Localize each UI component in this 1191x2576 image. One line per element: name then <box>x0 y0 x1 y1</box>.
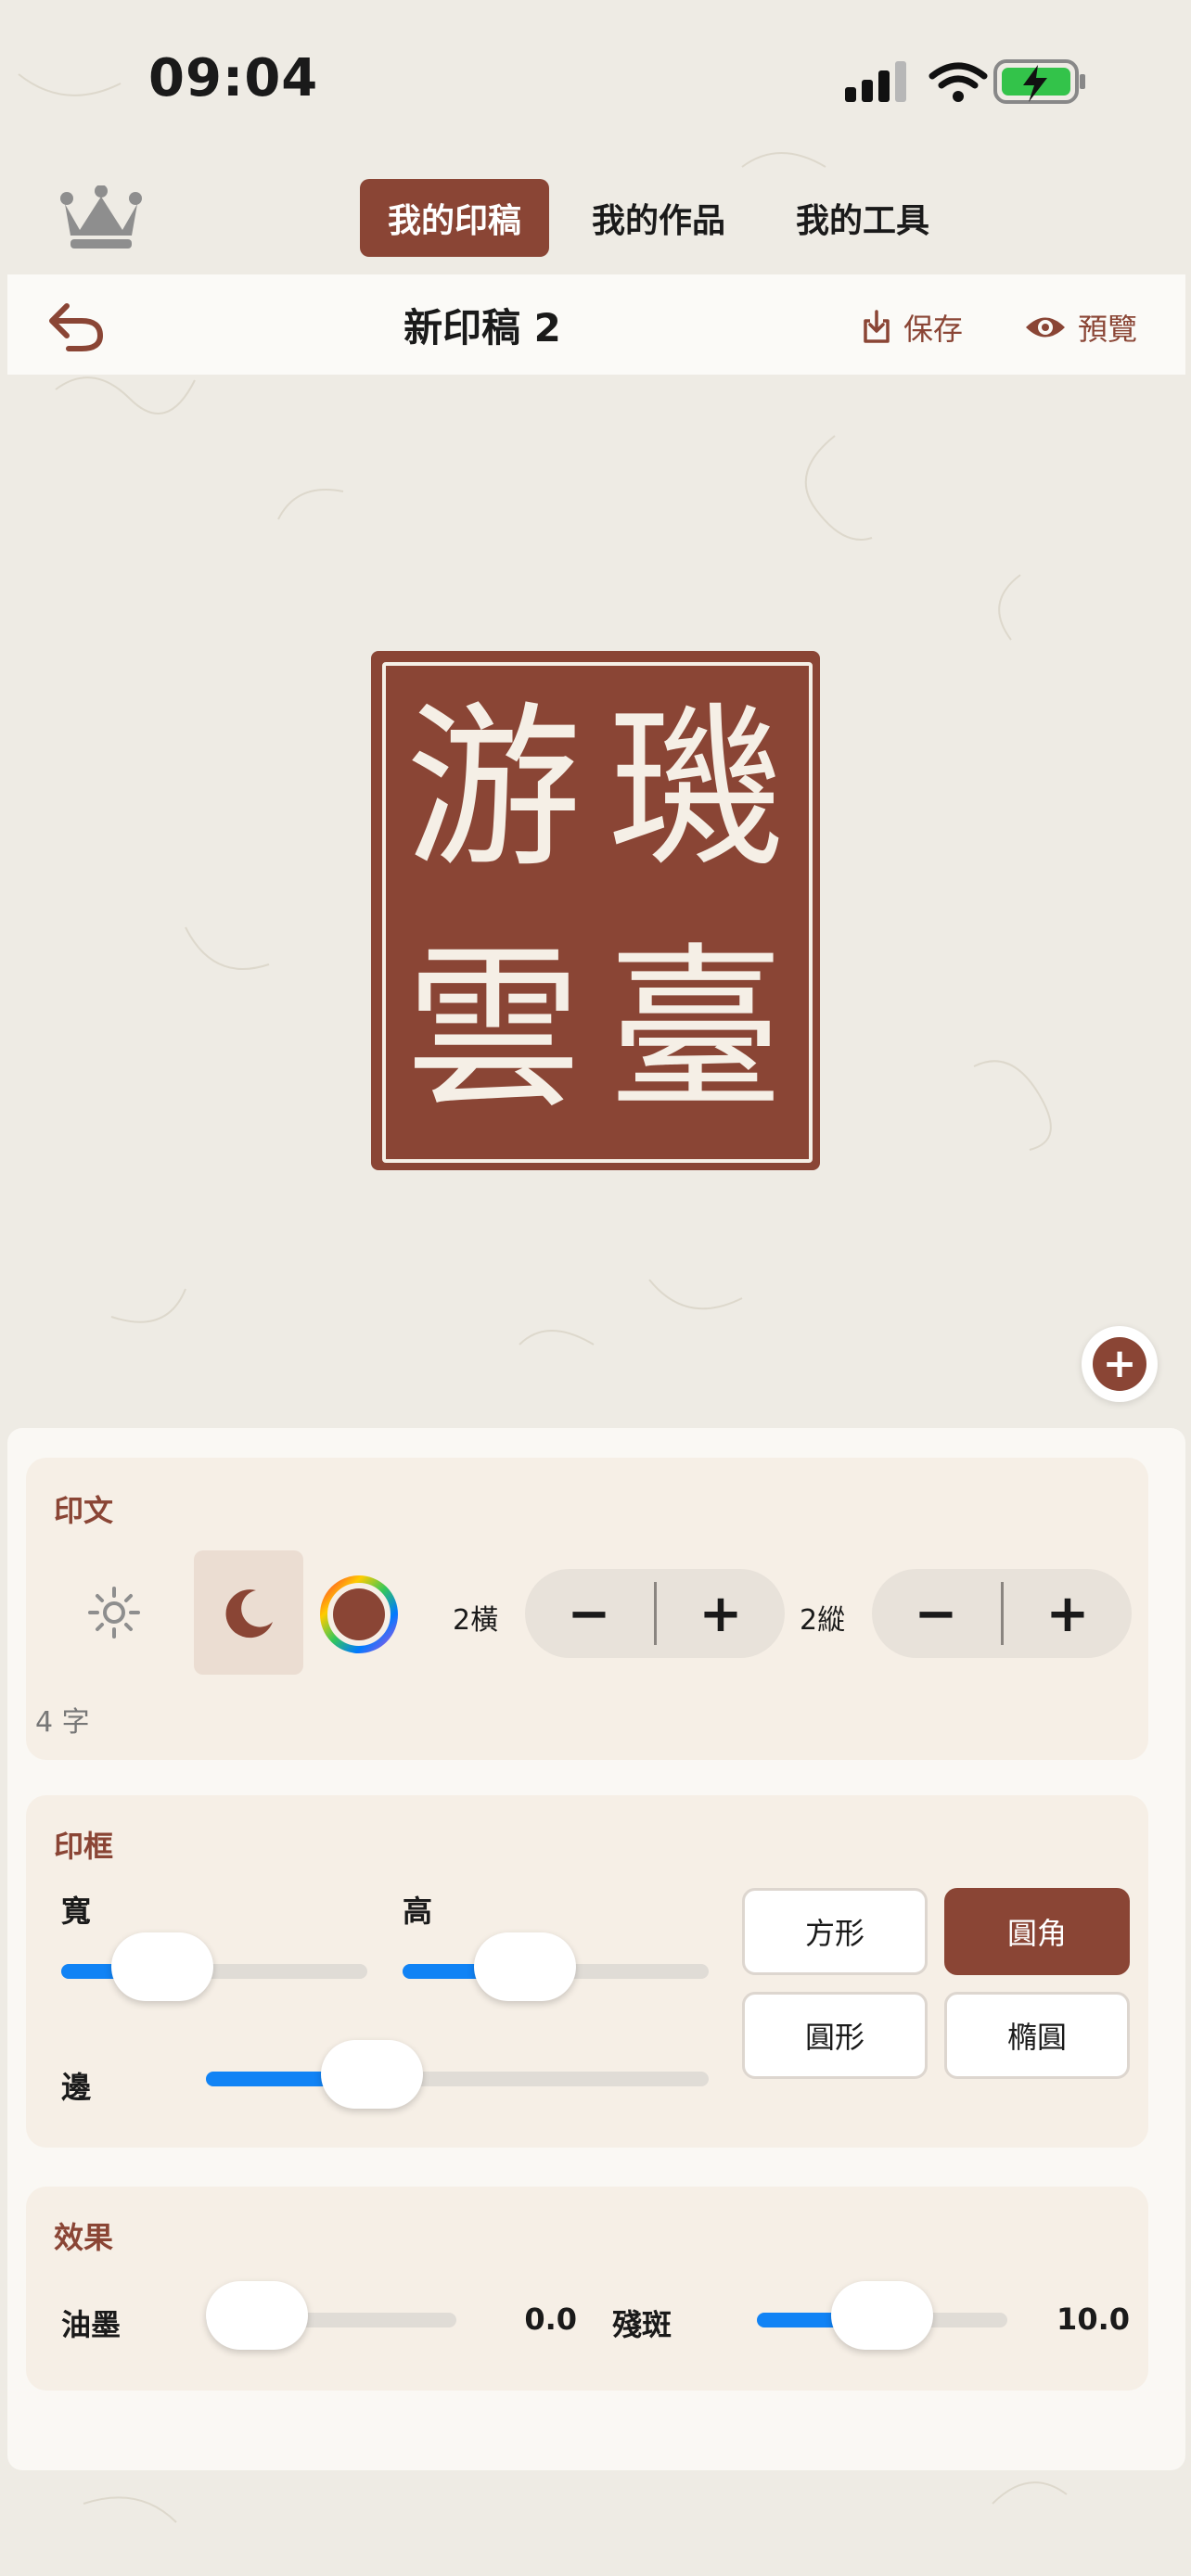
seal-character: 璣 <box>607 686 784 891</box>
color-wheel-icon[interactable] <box>319 1575 399 1654</box>
shape-rounded-button[interactable]: 圓角 <box>944 1888 1130 1975</box>
add-button[interactable]: + <box>1082 1326 1158 1402</box>
slider-thumb[interactable] <box>320 2040 423 2109</box>
border-label: 邊 <box>61 2070 92 2105</box>
status-time: 09:04 <box>148 48 319 108</box>
shape-square-button[interactable]: 方形 <box>742 1888 928 1975</box>
eye-icon <box>1026 317 1065 338</box>
wear-slider[interactable] <box>757 2281 1007 2350</box>
shape-ellipse-button[interactable]: 橢圓 <box>944 1992 1130 2079</box>
width-slider[interactable] <box>61 1932 367 2001</box>
dark-mode-button[interactable] <box>194 1550 303 1675</box>
signal-icon <box>845 61 906 102</box>
wifi-icon <box>928 62 988 89</box>
slider-thumb[interactable] <box>831 2281 933 2350</box>
status-icons <box>845 59 1085 104</box>
moon-icon <box>225 1589 273 1639</box>
columns-decrease-button[interactable]: − <box>525 1569 653 1658</box>
save-button[interactable]: 保存 <box>861 304 963 351</box>
main-tabs: 我的印稿 我的作品 我的工具 <box>360 179 972 257</box>
width-label: 寬 <box>61 1894 92 1929</box>
battery-icon <box>993 59 1085 104</box>
light-mode-button[interactable] <box>59 1550 169 1675</box>
rows-decrease-button[interactable]: − <box>872 1569 1000 1658</box>
shape-circle-button[interactable]: 圓形 <box>742 1992 928 2079</box>
rows-increase-button[interactable]: + <box>1004 1569 1132 1658</box>
rows-stepper: − + <box>872 1569 1132 1658</box>
save-icon <box>864 310 890 343</box>
slider-thumb[interactable] <box>474 1932 576 2001</box>
height-slider[interactable] <box>403 1932 709 2001</box>
border-slider[interactable] <box>206 2040 709 2109</box>
columns-stepper: − + <box>525 1569 785 1658</box>
tab-my-works[interactable]: 我的作品 <box>564 179 753 257</box>
height-label: 高 <box>403 1894 433 1929</box>
save-label: 保存 <box>903 312 964 347</box>
seal-character: 臺 <box>607 927 784 1132</box>
tab-my-tools[interactable]: 我的工具 <box>768 179 957 257</box>
seal-character: 游 <box>404 686 582 891</box>
preview-label: 預覽 <box>1078 312 1138 347</box>
character-count: 4 字 <box>35 1706 90 1739</box>
preview-button[interactable]: 預覽 <box>1024 304 1137 351</box>
ink-value: 0.0 <box>524 2302 577 2337</box>
rows-label: 2縱 <box>800 1604 846 1637</box>
crown-icon[interactable] <box>59 185 143 250</box>
tab-my-drafts[interactable]: 我的印稿 <box>360 179 550 257</box>
undo-back-icon[interactable] <box>46 299 106 354</box>
document-title: 新印稿 2 <box>403 305 561 351</box>
ink-slider[interactable] <box>206 2281 456 2350</box>
slider-thumb[interactable] <box>206 2281 308 2350</box>
columns-label: 2橫 <box>453 1604 499 1637</box>
effects-title: 效果 <box>54 2220 114 2255</box>
wear-label: 殘斑 <box>612 2307 672 2342</box>
frame-title: 印框 <box>54 1829 114 1864</box>
ink-label: 油墨 <box>61 2307 122 2342</box>
slider-thumb[interactable] <box>110 1932 213 2001</box>
effects-card: 效果 <box>26 2187 1148 2391</box>
seal-preview[interactable]: 璣 臺 游 雲 <box>371 651 820 1170</box>
wear-value: 10.0 <box>1057 2302 1130 2337</box>
plus-icon: + <box>1093 1337 1146 1391</box>
columns-increase-button[interactable]: + <box>657 1569 785 1658</box>
sun-icon <box>88 1587 140 1639</box>
seal-character: 雲 <box>404 927 582 1132</box>
inscription-title: 印文 <box>54 1493 114 1528</box>
